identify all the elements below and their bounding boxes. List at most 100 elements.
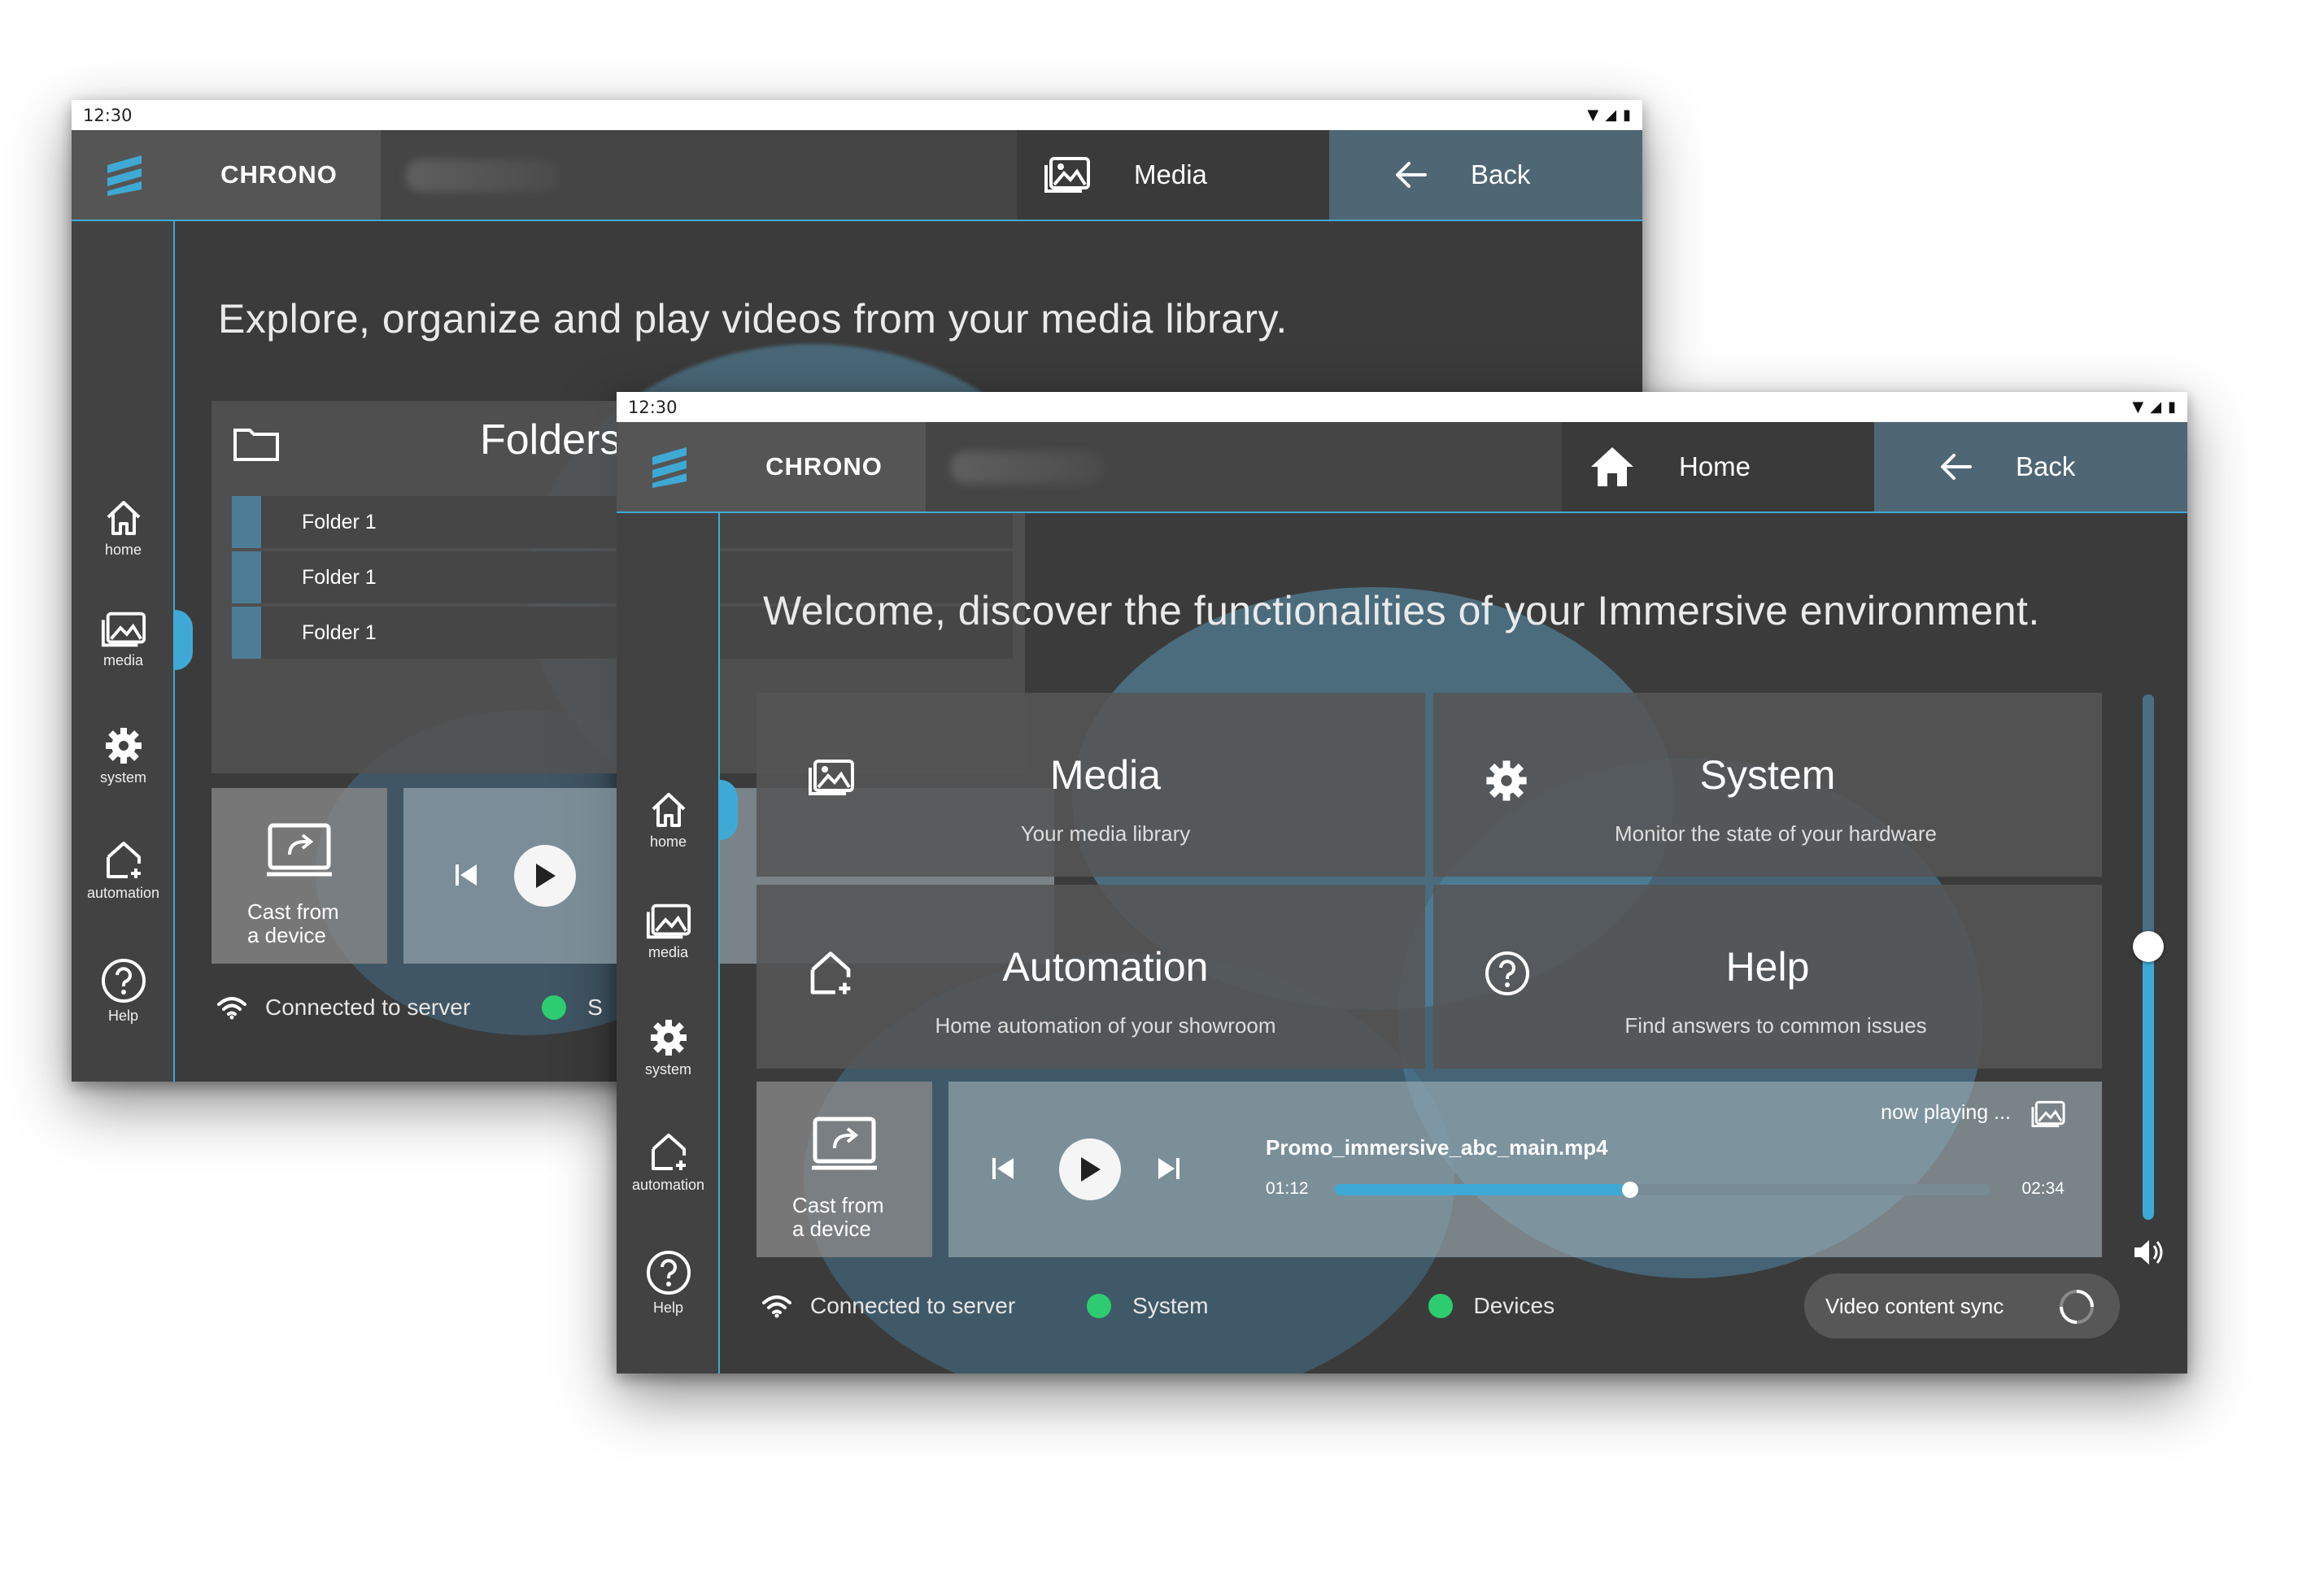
tile-title: System: [1699, 752, 1836, 798]
speaker-icon[interactable]: [2133, 1238, 2165, 1267]
status-bar: 12:30 ▼ ◢ ▮: [617, 392, 2187, 422]
media-icon: [101, 612, 146, 647]
arrow-left-icon: [1393, 160, 1428, 189]
battery-icon: ▮: [1623, 107, 1631, 124]
tile-subtitle: Home automation of your showroom: [935, 1013, 1276, 1038]
tile-subtitle: Find answers to common issues: [1624, 1013, 1927, 1038]
system-status-dot: [542, 995, 567, 1020]
sidebar-item-media[interactable]: media: [617, 902, 720, 961]
back-button[interactable]: Back: [1874, 422, 2187, 512]
sidebar-item-automation[interactable]: automation: [72, 839, 175, 902]
sidebar-item-label: Help: [107, 1008, 139, 1024]
media-icon[interactable]: [2030, 1099, 2066, 1129]
automation-icon: [106, 842, 141, 878]
previous-icon[interactable]: [452, 861, 480, 889]
server-status: Connected to server: [265, 995, 471, 1020]
sidebar-item-label: automation: [86, 885, 160, 901]
brand-name: CHRONO: [177, 130, 381, 220]
clock: 12:30: [83, 105, 133, 125]
back-button[interactable]: Back: [1329, 130, 1642, 220]
sidebar-item-label: media: [102, 652, 144, 668]
active-indicator: [175, 610, 193, 670]
media-icon: [1043, 150, 1092, 199]
current-section[interactable]: Media: [1017, 130, 1329, 220]
previous-icon[interactable]: [989, 1155, 1017, 1182]
sidebar-item-help[interactable]: Help: [617, 1249, 720, 1317]
logo-icon: [107, 155, 142, 196]
blurred-user-name: [405, 159, 560, 192]
sidebar-item-automation[interactable]: automation: [617, 1131, 720, 1194]
sidebar-item-home[interactable]: home: [72, 498, 175, 559]
logo-icon: [652, 447, 687, 488]
wifi-icon: ▼: [1587, 107, 1599, 124]
folder-icon: [233, 429, 279, 461]
top-bar: CHRONO Media Back: [72, 130, 1642, 221]
sidebar: home media system automation Help: [617, 513, 738, 1374]
cast-label-line1: Cast from: [792, 1193, 884, 1217]
page-headline: Welcome, discover the functionalities of…: [763, 588, 2040, 633]
volume-slider[interactable]: [2133, 694, 2164, 1220]
app-logo[interactable]: [72, 130, 177, 220]
play-button[interactable]: [1059, 1138, 1121, 1200]
brand-name: CHRONO: [722, 422, 926, 512]
signal-icon: ◢: [1605, 107, 1617, 124]
tile-help[interactable]: Help Find answers to common issues: [1433, 885, 2102, 1069]
devices-status: Devices: [1473, 1293, 1555, 1318]
sidebar-item-system[interactable]: system: [617, 1017, 720, 1078]
tile-title: Media: [1049, 752, 1162, 798]
app-logo[interactable]: [617, 422, 722, 512]
status-line: Connected to server S: [216, 995, 603, 1021]
home-icon: [107, 501, 140, 535]
top-bar: CHRONO Home Back: [617, 422, 2187, 513]
folder-label: Folder 1: [302, 510, 377, 533]
wifi-icon: [762, 1295, 791, 1318]
cast-label-line1: Cast from: [247, 899, 339, 924]
file-name: Promo_immersive_abc_main.mp4: [1266, 1135, 1608, 1160]
sidebar-item-label: home: [649, 834, 687, 850]
video-sync-toggle[interactable]: Video content sync: [1804, 1273, 2120, 1339]
system-status: System: [1132, 1293, 1209, 1318]
tile-subtitle: Your media library: [1020, 821, 1191, 846]
tile-subtitle: Monitor the state of your hardware: [1615, 821, 1937, 846]
tile-media[interactable]: Media Your media library: [756, 693, 1425, 877]
help-icon: [646, 1251, 691, 1295]
cast-button[interactable]: Cast from a device: [211, 788, 387, 964]
sidebar-item-help[interactable]: Help: [72, 957, 175, 1025]
tile-system[interactable]: System Monitor the state of your hardwar…: [1433, 693, 2102, 877]
current-section-label: Media: [1134, 159, 1207, 189]
cast-label-line2: a device: [247, 923, 326, 947]
play-button[interactable]: [514, 845, 576, 907]
volume-handle[interactable]: [2133, 931, 2164, 963]
tile-automation[interactable]: Automation Home automation of your showr…: [756, 885, 1425, 1069]
active-indicator: [720, 780, 738, 840]
back-label: Back: [2016, 451, 2076, 481]
help-icon: [101, 959, 146, 1003]
sidebar-item-label: automation: [631, 1177, 705, 1193]
status-bar: 12:30 ▼ ◢ ▮: [72, 100, 1642, 130]
total-duration: 02:34: [2021, 1179, 2065, 1198]
cast-icon: [812, 1117, 877, 1170]
progress-handle[interactable]: [1621, 1182, 1638, 1198]
page-headline: Explore, organize and play videos from y…: [218, 296, 1288, 342]
arrow-left-icon: [1938, 452, 1973, 481]
sidebar-item-media[interactable]: media: [72, 610, 193, 670]
elapsed-time: 01:12: [1266, 1179, 1309, 1198]
volume-remaining: [2143, 694, 2154, 947]
wifi-icon: [217, 997, 246, 1020]
media-player: now playing ... Promo_immersive_abc_main…: [948, 1082, 2102, 1257]
sidebar-item-label: Help: [652, 1299, 684, 1316]
clock: 12:30: [628, 397, 678, 417]
home-icon: [1588, 442, 1637, 491]
current-section[interactable]: Home: [1562, 422, 1874, 512]
loading-spinner-icon: [2060, 1290, 2094, 1324]
sidebar-item-home[interactable]: home: [617, 780, 738, 851]
cast-button[interactable]: Cast from a device: [756, 1082, 932, 1257]
sidebar-item-system[interactable]: system: [72, 725, 175, 786]
next-icon[interactable]: [1155, 1155, 1183, 1182]
blurred-user-name: [950, 451, 1105, 484]
status-line: Connected to server System Devices: [761, 1293, 1554, 1319]
gear-icon: [650, 1020, 687, 1056]
current-section-label: Home: [1679, 451, 1751, 481]
progress-bar[interactable]: [1335, 1182, 1990, 1198]
play-icon: [536, 864, 556, 888]
